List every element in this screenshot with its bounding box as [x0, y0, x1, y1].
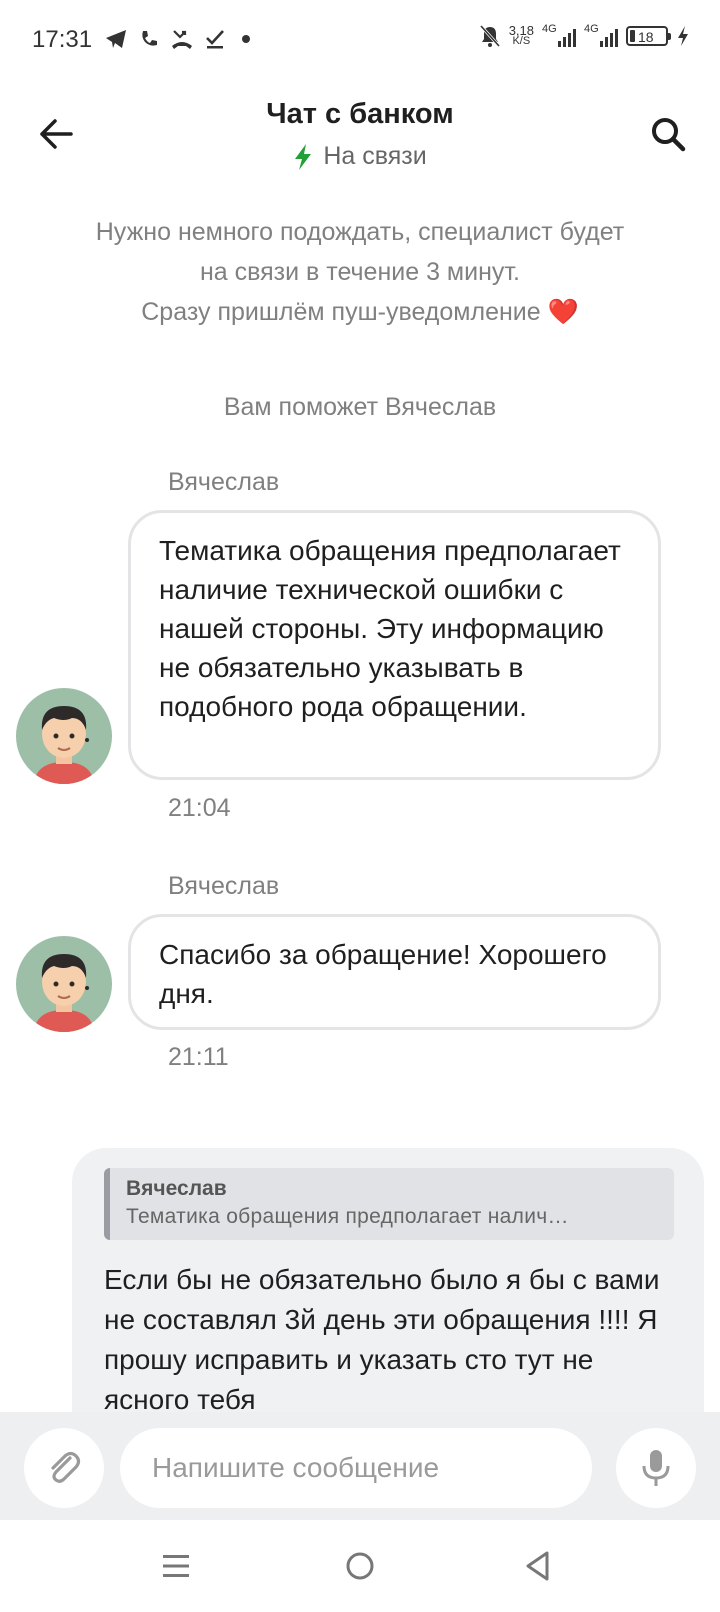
notification-icons: [104, 28, 250, 50]
message-time: 21:04: [168, 794, 231, 822]
search-icon: [652, 118, 686, 152]
avatar-image: [34, 954, 94, 1032]
quote-author: Вячеслав: [126, 1177, 227, 1200]
lightning-icon: [295, 143, 312, 170]
microphone-icon: [642, 1450, 670, 1486]
chat-header: Чат с банком На связи: [0, 80, 720, 190]
missed-call-icon: [172, 30, 192, 49]
battery-icon: 18: [626, 26, 671, 46]
wait-notice: Нужно немного подождать, специалист буде…: [30, 212, 690, 332]
message-text: Если бы не обязательно было я бы с вами …: [104, 1264, 660, 1415]
signal-2-label: 4G: [584, 23, 599, 35]
heart-icon: ❤️: [547, 298, 579, 326]
check-icon: [206, 30, 224, 49]
home-button[interactable]: [332, 1542, 388, 1590]
wait-notice-line-3: Сразу пришлём пуш-уведомление: [141, 298, 541, 326]
charging-icon: [678, 26, 688, 46]
net-speed-unit: K/S: [512, 35, 531, 47]
message-text: Тематика обращения предполагает наличие …: [159, 535, 621, 722]
incoming-message-bubble[interactable]: Тематика обращения предполагает наличие …: [128, 510, 661, 780]
outgoing-message-bubble[interactable]: Вячеслав Тематика обращения предполагает…: [72, 1148, 704, 1438]
system-icons: 3,18 K/S 4G 4G 18: [479, 23, 690, 48]
quote-text: Тематика обращения предполагает налич…: [126, 1205, 569, 1228]
operator-avatar[interactable]: [16, 936, 112, 1032]
mute-icon: [479, 24, 500, 48]
message-sender: Вячеслав: [168, 872, 280, 900]
status-bar: 17:31 3,18 K/S 4G 4G 18: [0, 0, 720, 80]
message-sender: Вячеслав: [168, 468, 280, 496]
menu-icon: [163, 1555, 189, 1577]
wait-notice-line-1: Нужно немного подождать, специалист буде…: [95, 218, 625, 246]
signal-1: 4G: [542, 23, 576, 47]
status-time: 17:31: [32, 26, 93, 53]
system-navigation-bar: [0, 1520, 720, 1612]
microphone-button[interactable]: [616, 1428, 696, 1508]
triangle-back-icon: [526, 1551, 549, 1581]
recent-apps-button[interactable]: [148, 1542, 204, 1590]
dot-icon: [242, 35, 250, 43]
message-input[interactable]: [120, 1428, 592, 1508]
operator-assigned-note: Вам поможет Вячеслав: [223, 393, 497, 421]
message-text: Спасибо за обращение! Хорошего дня.: [159, 939, 607, 1009]
phone-icon: [142, 31, 157, 46]
circle-icon: [346, 1552, 374, 1580]
operator-avatar[interactable]: [16, 688, 112, 784]
online-status-text: На связи: [323, 142, 427, 170]
paperclip-icon: [51, 1451, 81, 1483]
page-title: Чат с банком: [266, 98, 454, 130]
net-speed: 3,18 K/S: [509, 24, 534, 47]
incoming-message-bubble[interactable]: Спасибо за обращение! Хорошего дня.: [128, 914, 661, 1030]
online-status: На связи: [0, 142, 720, 171]
reply-quote[interactable]: Вячеслав Тематика обращения предполагает…: [104, 1168, 674, 1240]
composer-bar: [0, 1412, 720, 1520]
attach-button[interactable]: [24, 1428, 104, 1508]
avatar-image: [34, 706, 94, 784]
wait-notice-line-2: на связи в течение 3 минут.: [199, 258, 521, 286]
message-time: 21:11: [168, 1043, 229, 1071]
telegram-icon: [106, 30, 126, 48]
search-button[interactable]: [644, 110, 692, 158]
signal-2: 4G: [584, 23, 618, 47]
signal-1-label: 4G: [542, 23, 557, 35]
back-nav-button[interactable]: [510, 1542, 566, 1590]
battery-level: 18: [638, 29, 654, 45]
